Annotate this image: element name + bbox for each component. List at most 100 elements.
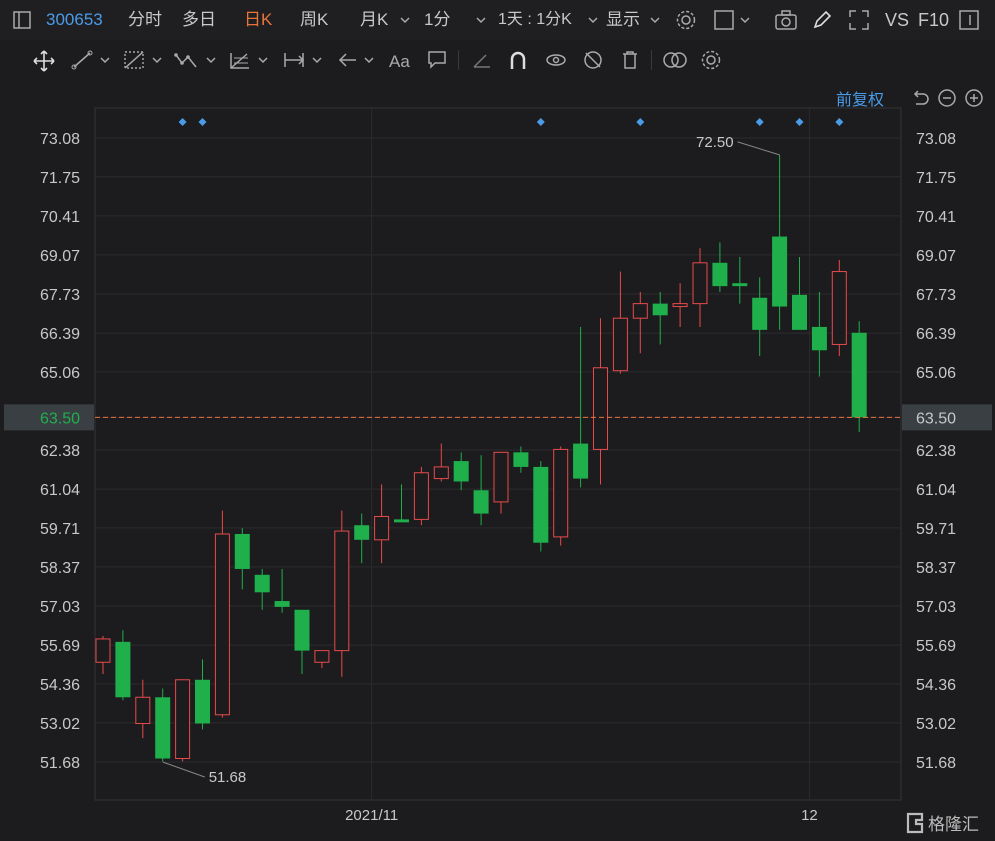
camera-icon[interactable] [774, 9, 798, 31]
candle-body [413, 472, 429, 520]
undo-icon[interactable] [910, 88, 930, 108]
annotations: 72.50 51.68 [162, 134, 780, 786]
tab-monthly-k[interactable]: 月K [360, 0, 388, 40]
y-tick-label-left: 63.50 [40, 410, 80, 427]
y-tick-label-right: 67.73 [916, 287, 956, 304]
chevron-down-icon[interactable] [738, 13, 752, 27]
watermark-text: 格隆汇 [928, 815, 979, 834]
high-price-label: 72.50 [696, 134, 734, 151]
f10-button[interactable]: F10 [918, 0, 949, 40]
event-marker [178, 118, 187, 126]
comment-tool-icon[interactable] [426, 49, 448, 71]
chevron-down-icon[interactable] [150, 53, 164, 67]
tab-intraday[interactable]: 分时 [128, 0, 162, 40]
arrow-tool-icon[interactable] [336, 49, 360, 71]
fullscreen-icon[interactable] [848, 9, 870, 31]
magnet-icon[interactable] [507, 49, 529, 71]
y-tick-label-right: 57.03 [916, 599, 956, 616]
price-adjust-toggle[interactable]: 前复权 [836, 86, 884, 110]
y-tick-label-left: 66.39 [40, 326, 80, 343]
fibonacci-tool-icon[interactable] [228, 49, 252, 71]
measure-tool-icon[interactable] [282, 49, 306, 71]
candle-body [374, 515, 390, 541]
candle-body [354, 525, 370, 540]
y-tick-label-right: 51.68 [916, 755, 956, 772]
tab-daily-k[interactable]: 日K [244, 0, 272, 40]
stock-code[interactable]: 300653 [46, 0, 103, 40]
y-tick-label-right: 59.71 [916, 521, 956, 538]
candle-body [195, 679, 210, 724]
event-marker [198, 118, 207, 126]
candle-body [513, 452, 529, 467]
chevron-down-icon[interactable] [204, 53, 218, 67]
chevron-down-icon[interactable] [310, 53, 324, 67]
chevron-down-icon[interactable] [586, 13, 600, 27]
event-marker [795, 118, 804, 126]
candle-body [573, 443, 589, 479]
y-tick-label-left: 67.73 [40, 287, 80, 304]
trash-icon[interactable] [619, 49, 641, 71]
y-tick-label-left: 51.68 [40, 755, 80, 772]
channel-tool-icon[interactable] [122, 49, 146, 71]
y-tick-label-left: 53.02 [40, 716, 80, 733]
vs-button[interactable]: VS [885, 0, 909, 40]
pencil-icon[interactable] [811, 9, 833, 31]
y-tick-label-left: 65.06 [40, 365, 80, 382]
zoom-out-icon[interactable] [937, 88, 957, 108]
chevron-down-icon[interactable] [362, 53, 376, 67]
candle-body [712, 262, 728, 287]
settings-gear-icon[interactable] [675, 9, 697, 31]
low-price-label: 51.68 [209, 769, 247, 786]
text-tool-icon[interactable]: Aa [388, 49, 414, 71]
event-marker [636, 118, 645, 126]
last-price-tag-bg [4, 404, 94, 431]
drawing-settings-icon[interactable] [700, 49, 722, 71]
toolbar-divider [651, 50, 652, 70]
multi-period-select[interactable]: 1天 : 1分K [498, 0, 572, 40]
wave-tool-icon[interactable] [174, 49, 200, 71]
chevron-down-icon[interactable] [648, 13, 662, 27]
tab-1min[interactable]: 1分 [424, 0, 450, 40]
chevron-down-icon[interactable] [398, 13, 412, 27]
candle-body [732, 283, 748, 287]
candle-body [95, 638, 111, 663]
display-menu[interactable]: 显示 [606, 0, 640, 40]
y-tick-label-right: 53.02 [916, 716, 956, 733]
lock-drawing-icon[interactable] [544, 49, 568, 71]
zoom-in-icon[interactable] [964, 88, 984, 108]
last-price-tag-bg [902, 404, 992, 431]
ruler-icon[interactable] [470, 49, 492, 71]
checkbox-icon[interactable] [713, 9, 735, 31]
chevron-down-icon[interactable] [474, 13, 488, 27]
panel-toggle-icon[interactable] [958, 9, 980, 31]
tab-weekly-k[interactable]: 周K [300, 0, 328, 40]
y-tick-label-left: 71.75 [40, 170, 80, 187]
y-tick-label-right: 58.37 [916, 560, 956, 577]
y-tick-label-left: 61.04 [40, 482, 80, 499]
plot-frame [94, 107, 902, 801]
candle-body [433, 466, 449, 480]
tab-multi-day[interactable]: 多日 [182, 0, 216, 40]
y-tick-label-left: 73.08 [40, 131, 80, 148]
candle-body [453, 461, 469, 482]
y-tick-label-right: 66.39 [916, 326, 956, 343]
y-tick-label-right: 55.69 [916, 638, 956, 655]
candle-body [792, 294, 807, 330]
x-tick-label: 2021/11 [345, 807, 398, 824]
compare-icon[interactable] [662, 49, 688, 71]
sidebar-toggle-icon[interactable] [12, 10, 32, 30]
line-tool-icon[interactable] [70, 49, 94, 71]
y-axis-left: 73.08 71.75 70.41 69.07 67.73 66.39 65.06 63.50… [4, 131, 94, 772]
candle-body [254, 574, 270, 593]
hide-drawing-icon[interactable] [582, 49, 604, 71]
candle-body [473, 490, 489, 514]
chevron-down-icon[interactable] [256, 53, 270, 67]
chevron-down-icon[interactable] [98, 53, 112, 67]
move-icon[interactable] [32, 49, 56, 73]
y-tick-label-left: 70.41 [40, 209, 80, 226]
candle-body [772, 236, 788, 307]
y-tick-label-left: 58.37 [40, 560, 80, 577]
y-axis-right: 73.08 71.75 70.41 69.07 67.73 66.39 65.06 63.50… [902, 131, 992, 772]
annotation-leader [737, 141, 780, 156]
event-marker [755, 118, 764, 126]
